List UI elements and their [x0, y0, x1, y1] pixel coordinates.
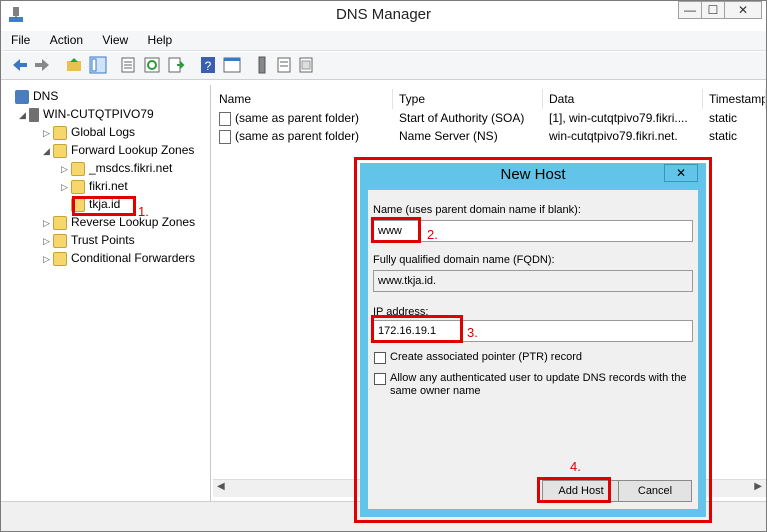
- zone-icon: [71, 179, 85, 194]
- column-header-timestamp[interactable]: Timestamp: [703, 89, 766, 109]
- folder-icon: [53, 125, 67, 140]
- help-icon[interactable]: ?: [199, 56, 217, 74]
- column-header-name[interactable]: Name: [213, 89, 393, 109]
- expand-arrow-icon[interactable]: ▷: [43, 250, 53, 268]
- maximize-button[interactable]: ☐: [701, 1, 725, 19]
- annotation-step-2: 2.: [427, 227, 438, 242]
- name-input[interactable]: www: [373, 220, 693, 242]
- row-type: Start of Authority (SOA): [399, 111, 525, 125]
- expand-arrow-icon[interactable]: ▷: [61, 178, 71, 196]
- folder-icon: [53, 251, 67, 266]
- minimize-button[interactable]: —: [678, 1, 702, 19]
- row-name: (same as parent folder): [235, 129, 360, 143]
- dns-icon: [15, 89, 29, 104]
- export-list-icon[interactable]: [167, 56, 185, 74]
- row-name: (same as parent folder): [235, 111, 360, 125]
- menu-bar: File Action View Help: [1, 31, 766, 51]
- expand-arrow-icon[interactable]: ▷: [43, 124, 53, 142]
- tree-item-fikri-zone[interactable]: ▷ fikri.net: [61, 177, 128, 195]
- up-folder-icon[interactable]: [65, 56, 83, 74]
- record-icon: [219, 111, 231, 126]
- name-label: Name (uses parent domain name if blank):: [373, 204, 581, 216]
- fqdn-label: Fully qualified domain name (FQDN):: [373, 254, 555, 266]
- row-timestamp: static: [709, 129, 738, 143]
- tree-item-forward-lookup-zones[interactable]: ◢ Forward Lookup Zones: [43, 141, 194, 159]
- fqdn-field: www.tkja.id.: [373, 270, 693, 292]
- console-view-icon[interactable]: [223, 56, 241, 74]
- annotation-step-4: 4.: [570, 459, 581, 474]
- tree-item-trust-points[interactable]: ▷ Trust Points: [43, 231, 135, 249]
- close-button[interactable]: ✕: [724, 1, 762, 19]
- scroll-left-icon[interactable]: ◀: [217, 481, 225, 492]
- folder-icon: [53, 143, 67, 158]
- collapse-arrow-icon[interactable]: ◢: [19, 106, 29, 124]
- ptr-record-checkbox[interactable]: [374, 352, 386, 364]
- annotation-step-3: 3.: [467, 325, 478, 340]
- back-arrow-icon[interactable]: [11, 56, 29, 74]
- highlight-name-input: [371, 217, 421, 243]
- annotation-step-1: 1.: [138, 204, 149, 219]
- highlight-tkja-zone: [72, 196, 136, 216]
- menu-file[interactable]: File: [1, 31, 36, 47]
- row-data: win-cutqtpivo79.fikri.net.: [549, 129, 678, 143]
- zone-icon: [71, 161, 85, 176]
- refresh-icon[interactable]: [143, 56, 161, 74]
- tree-item-server[interactable]: ◢ WIN-CUTQTPIVO79: [19, 105, 154, 123]
- record-icon: [219, 129, 231, 144]
- svg-text:?: ?: [205, 59, 212, 73]
- expand-arrow-icon[interactable]: ▷: [61, 160, 71, 178]
- tree-item-msdcs-zone[interactable]: ▷ _msdcs.fikri.net: [61, 159, 172, 177]
- highlight-add-host-button: [537, 477, 611, 503]
- toolbar: ?: [1, 52, 766, 80]
- menu-help[interactable]: Help: [138, 31, 179, 47]
- folder-icon: [53, 215, 67, 230]
- authenticated-update-label-line2: same owner name: [390, 385, 481, 397]
- tree-item-global-logs[interactable]: ▷ Global Logs: [43, 123, 135, 141]
- tree-item-conditional-forwarders[interactable]: ▷ Conditional Forwarders: [43, 249, 195, 267]
- authenticated-update-checkbox[interactable]: [374, 373, 386, 385]
- scroll-right-icon[interactable]: ▶: [754, 481, 762, 492]
- forward-arrow-icon[interactable]: [33, 56, 51, 74]
- console-tree: DNS ◢ WIN-CUTQTPIVO79 ▷ Global Logs ◢ Forwa…: [9, 85, 211, 501]
- server-icon[interactable]: [253, 56, 271, 74]
- cancel-button[interactable]: Cancel: [618, 480, 692, 502]
- show-hide-tree-icon[interactable]: [89, 56, 107, 74]
- dialog-close-button[interactable]: ✕: [664, 164, 698, 182]
- folder-icon: [53, 233, 67, 248]
- properties-icon[interactable]: [119, 56, 137, 74]
- ptr-record-label: Create associated pointer (PTR) record: [390, 351, 582, 363]
- collapse-arrow-icon[interactable]: ◢: [43, 142, 53, 160]
- highlight-ip-address-input: [371, 315, 463, 343]
- window-title: DNS Manager: [335, 6, 432, 23]
- menu-action[interactable]: Action: [40, 31, 89, 47]
- column-header-data[interactable]: Data: [543, 89, 703, 109]
- row-data: [1], win-cutqtpivo79.fikri....: [549, 111, 688, 125]
- server-icon: [29, 107, 39, 122]
- expand-arrow-icon[interactable]: ▷: [43, 214, 53, 232]
- record-details-icon[interactable]: [297, 56, 315, 74]
- record-list-icon[interactable]: [275, 56, 293, 74]
- expand-arrow-icon[interactable]: ▷: [43, 232, 53, 250]
- column-header-type[interactable]: Type: [393, 89, 543, 109]
- authenticated-update-label-line1: Allow any authenticated user to update D…: [390, 372, 687, 384]
- row-timestamp: static: [709, 111, 738, 125]
- menu-view[interactable]: View: [92, 31, 134, 47]
- dns-manager-window: DNS Manager — ☐ ✕ File Action View Help …: [0, 0, 767, 532]
- tree-item-dns[interactable]: DNS: [15, 87, 58, 105]
- row-type: Name Server (NS): [399, 129, 498, 143]
- dialog-title: New Host: [500, 166, 566, 183]
- title-bar: DNS Manager — ☐ ✕: [1, 1, 766, 29]
